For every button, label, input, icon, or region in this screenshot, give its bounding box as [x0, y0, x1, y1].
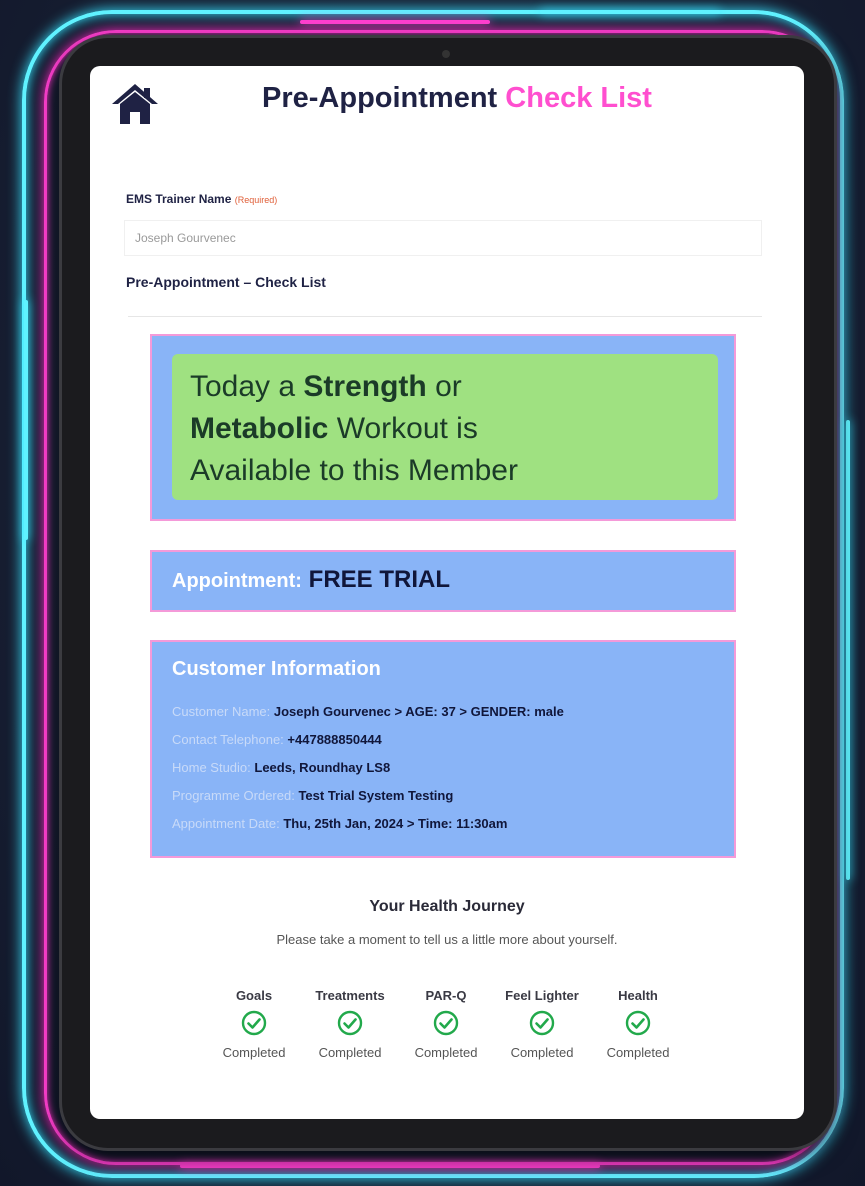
- step-name: Feel Lighter: [505, 988, 579, 1003]
- customer-name-value: Joseph Gourvenec > AGE: 37 > GENDER: mal…: [273, 704, 564, 719]
- programme-ordered-value: Test Trial System Testing: [298, 788, 454, 803]
- workout-availability-message: Today a Strength or Metabolic Workout is…: [172, 354, 718, 500]
- workout-metabolic: Metabolic: [190, 412, 329, 445]
- checklist-heading: Pre-Appointment – Check List: [126, 274, 326, 290]
- step-health[interactable]: Health Completed: [590, 988, 686, 1060]
- check-circle-icon: [625, 1010, 651, 1036]
- step-name: Goals: [235, 988, 273, 1003]
- trainer-name-input[interactable]: [124, 220, 762, 256]
- step-status: Completed: [222, 1045, 286, 1060]
- step-name: Health: [618, 988, 658, 1003]
- required-indicator: (Required): [234, 195, 278, 205]
- journey-steps: Goals Completed Treatments Completed PAR…: [206, 988, 686, 1060]
- step-par-q[interactable]: PAR-Q Completed: [398, 988, 494, 1060]
- page-title-main: Pre-Appointment: [262, 82, 498, 114]
- appointment-card: Appointment: FREE TRIAL: [150, 550, 736, 612]
- customer-name-row: Customer Name: Joseph Gourvenec > AGE: 3…: [172, 704, 564, 719]
- appointment-date-value: Thu, 25th Jan, 2024 > Time: 11:30am: [283, 816, 508, 831]
- health-journey-subtitle: Please take a moment to tell us a little…: [276, 932, 618, 947]
- step-status: Completed: [414, 1045, 478, 1060]
- workout-availability-card: Today a Strength or Metabolic Workout is…: [150, 334, 736, 521]
- step-goals[interactable]: Goals Completed: [206, 988, 302, 1060]
- step-status: Completed: [606, 1045, 670, 1060]
- customer-info-title: Customer Information: [172, 658, 381, 680]
- app-screen: Pre-Appointment Check List EMS Trainer N…: [90, 66, 804, 1119]
- neon-accent-top-right: [540, 10, 720, 14]
- home-studio-row: Home Studio: Leeds, Roundhay LS8: [172, 760, 390, 775]
- workout-line2-post: Workout is: [328, 412, 478, 445]
- contact-telephone-value: +447888850444: [287, 732, 382, 747]
- workout-line1-pre: Today a: [190, 370, 304, 403]
- home-studio-value: Leeds, Roundhay LS8: [254, 760, 391, 775]
- programme-ordered-label: Programme Ordered:: [172, 788, 295, 803]
- step-status: Completed: [510, 1045, 574, 1060]
- appointment-type: FREE TRIAL: [308, 566, 450, 593]
- neon-accent-bottom: [180, 1164, 600, 1168]
- workout-line3: Available to this Member: [190, 454, 518, 487]
- step-name: Treatments: [315, 988, 385, 1003]
- workout-strength: Strength: [303, 370, 427, 403]
- neon-accent-right: [846, 420, 850, 880]
- step-name: PAR-Q: [425, 988, 467, 1003]
- customer-name-label: Customer Name:: [172, 704, 271, 719]
- workout-line1-post: or: [426, 370, 462, 403]
- neon-accent-left: [24, 300, 28, 540]
- trainer-name-label-text: EMS Trainer Name: [126, 192, 232, 206]
- step-treatments[interactable]: Treatments Completed: [302, 988, 398, 1060]
- appointment-date-label: Appointment Date:: [172, 816, 280, 831]
- contact-telephone-label: Contact Telephone:: [172, 732, 284, 747]
- appointment-date-row: Appointment Date: Thu, 25th Jan, 2024 > …: [172, 816, 507, 831]
- neon-accent-top: [300, 20, 490, 24]
- home-icon[interactable]: [110, 82, 160, 126]
- step-status: Completed: [318, 1045, 382, 1060]
- health-journey-title: Your Health Journey: [369, 898, 525, 915]
- tablet-camera: [442, 50, 450, 58]
- page-title-accent: Check List: [505, 82, 652, 114]
- home-studio-label: Home Studio:: [172, 760, 251, 775]
- appointment-label: Appointment:: [172, 570, 302, 592]
- programme-ordered-row: Programme Ordered: Test Trial System Tes…: [172, 788, 453, 803]
- page-title: Pre-Appointment Check List: [262, 82, 652, 115]
- check-circle-icon: [433, 1010, 459, 1036]
- trainer-name-label: EMS Trainer Name (Required): [126, 192, 277, 206]
- check-circle-icon: [529, 1010, 555, 1036]
- customer-info-card: Customer Information Customer Name: Jose…: [150, 640, 736, 858]
- appointment-line: Appointment: FREE TRIAL: [172, 566, 450, 594]
- check-circle-icon: [241, 1010, 267, 1036]
- check-circle-icon: [337, 1010, 363, 1036]
- step-feel-lighter[interactable]: Feel Lighter Completed: [494, 988, 590, 1060]
- contact-telephone-row: Contact Telephone: +447888850444: [172, 732, 382, 747]
- section-divider: [128, 316, 762, 317]
